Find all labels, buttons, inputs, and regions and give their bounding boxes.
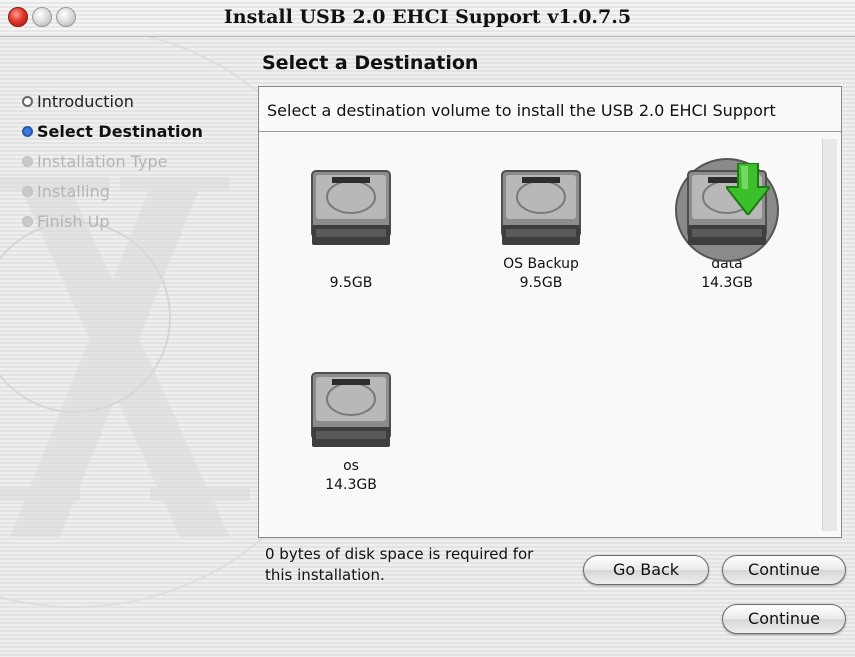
volume-size: 14.3GB xyxy=(701,275,753,291)
hard-drive-icon xyxy=(306,165,396,255)
step-label: Introduction xyxy=(37,91,134,111)
volumes-scrollbar[interactable] xyxy=(822,139,837,531)
destination-message: Select a destination volume to install t… xyxy=(267,101,776,120)
step-bullet-icon xyxy=(22,95,33,107)
continue-button[interactable]: Continue xyxy=(722,555,846,585)
step-bullet-icon xyxy=(22,215,33,227)
step-bullet-icon xyxy=(22,155,33,167)
step-installation-type: Installation Type xyxy=(22,146,203,176)
divider xyxy=(259,131,841,132)
step-introduction: Introduction xyxy=(22,86,203,116)
step-label: Finish Up xyxy=(37,211,110,231)
hard-drive-icon xyxy=(496,165,586,255)
hard-drive-icon xyxy=(675,158,779,262)
step-bullet-icon xyxy=(22,125,33,137)
step-select-destination: Select Destination xyxy=(22,116,203,146)
title-bar: Install USB 2.0 EHCI Support v1.0.7.5 xyxy=(0,0,855,37)
page-title: Select a Destination xyxy=(262,52,479,74)
volume-item-selected[interactable]: data 14.3GB xyxy=(637,158,817,293)
volume-item[interactable]: OS Backup 9.5GB xyxy=(451,165,631,293)
volume-name: OS Backup xyxy=(503,256,579,272)
volume-size: 14.3GB xyxy=(325,477,377,493)
installer-steps: Introduction Select Destination Installa… xyxy=(22,86,203,236)
step-label: Installing xyxy=(37,181,110,201)
volume-size: 9.5GB xyxy=(329,275,373,291)
disk-space-info: 0 bytes of disk space is required for th… xyxy=(265,545,534,584)
go-back-button[interactable]: Go Back xyxy=(583,555,709,585)
volume-name: os xyxy=(343,458,359,474)
volume-item[interactable]: os 14.3GB xyxy=(261,367,441,495)
step-installing: Installing xyxy=(22,176,203,206)
destination-panel: Select a destination volume to install t… xyxy=(258,86,842,538)
install-arrow-icon xyxy=(726,163,770,215)
hard-drive-icon xyxy=(306,367,396,457)
step-label: Select Destination xyxy=(37,121,203,141)
volume-size: 9.5GB xyxy=(519,275,563,291)
continue-button-secondary[interactable]: Continue xyxy=(722,604,846,634)
step-bullet-icon xyxy=(22,185,33,197)
window-title: Install USB 2.0 EHCI Support v1.0.7.5 xyxy=(223,6,632,28)
volume-item[interactable]: 9.5GB xyxy=(261,165,441,293)
step-finish-up: Finish Up xyxy=(22,206,203,236)
step-label: Installation Type xyxy=(37,151,168,171)
